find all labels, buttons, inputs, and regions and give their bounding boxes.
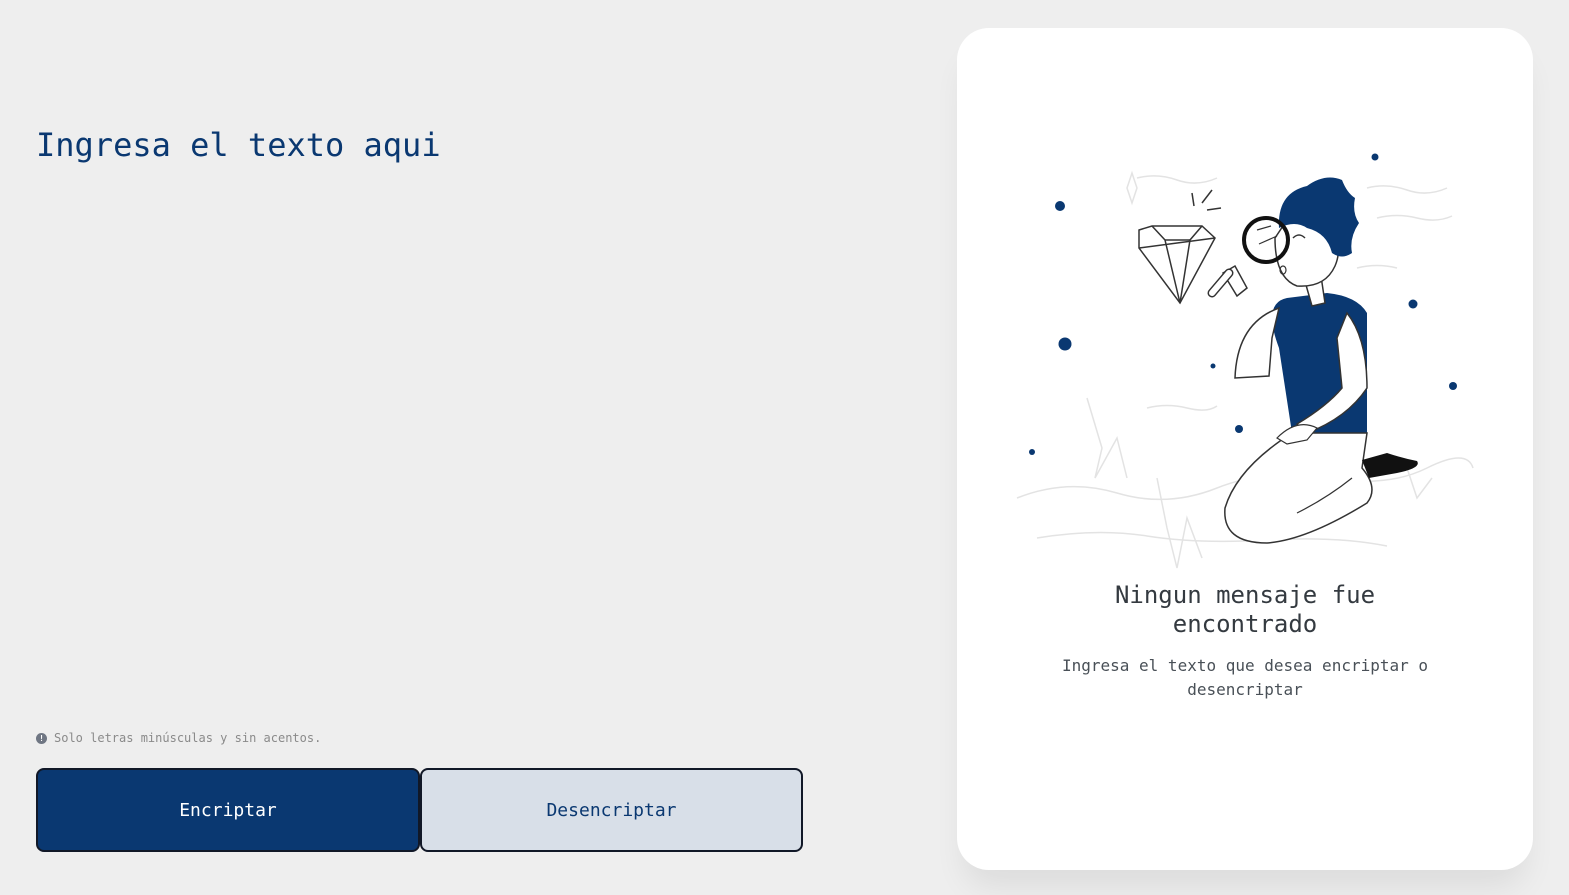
- empty-message-subtitle: Ingresa el texto que desea encriptar o d…: [1061, 656, 1429, 699]
- input-hint: ! Solo letras minúsculas y sin acentos.: [36, 731, 321, 745]
- decrypt-button[interactable]: Desencriptar: [420, 768, 803, 852]
- person-with-magnifier-illustration: [1016, 153, 1474, 569]
- hint-text: Solo letras minúsculas y sin acentos.: [54, 731, 322, 745]
- empty-message-title: Ningun mensaje fue encontrado: [1114, 581, 1376, 638]
- info-icon: !: [36, 732, 47, 744]
- output-panel: Ningun mensaje fue encontrado Ingresa el…: [957, 28, 1533, 870]
- encrypt-button[interactable]: Encriptar: [36, 768, 420, 852]
- text-input[interactable]: [36, 100, 896, 726]
